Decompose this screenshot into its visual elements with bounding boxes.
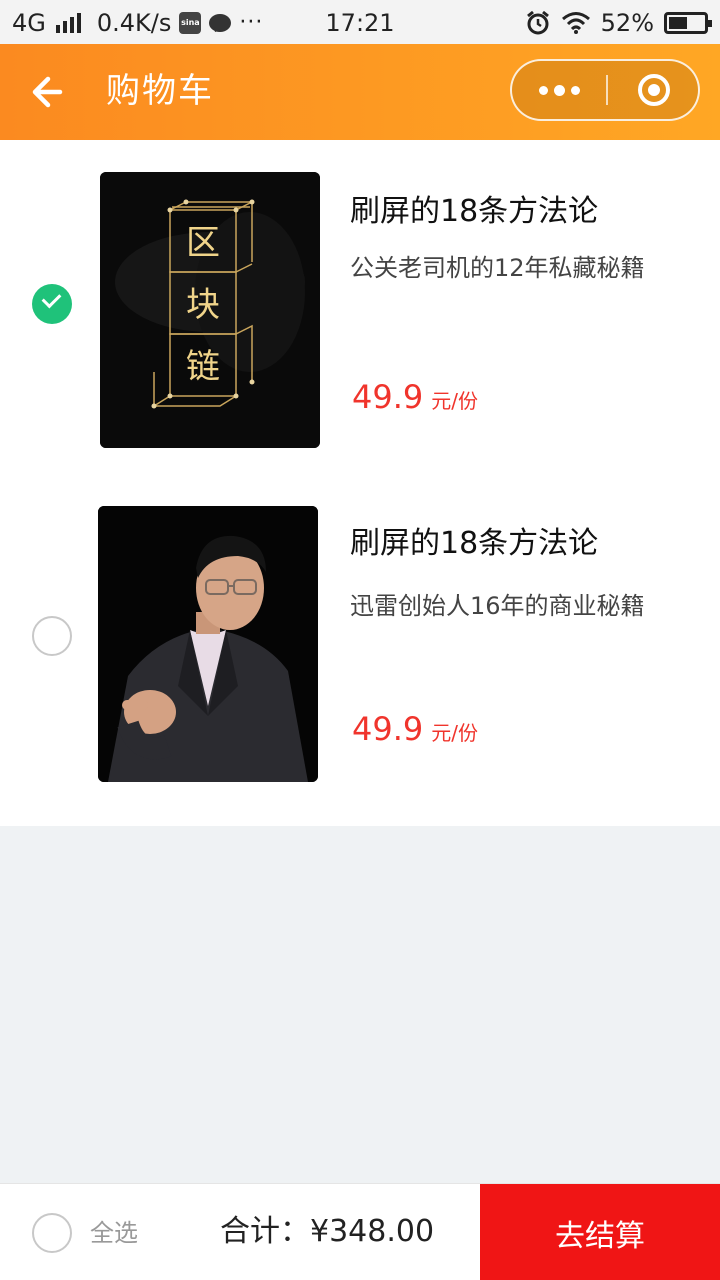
price-unit: 元/份 [431,389,478,413]
battery-fill [669,17,687,29]
wifi-icon [561,12,590,34]
navigation-header: 购物车 [0,44,720,140]
product-name[interactable]: 刷屏的18条方法论 [350,524,598,564]
item-checkbox-unchecked[interactable] [32,616,72,656]
checkout-bar: 全选 合计：¥348.00 去结算 [0,1183,720,1280]
product-price: 49.9 元/份 [352,710,478,748]
battery-icon [664,12,712,34]
cart-list: 区 块 链 刷屏的18条方法论 公关老司机的12年私藏秘籍 49.9 元/份 刷… [0,140,720,826]
capsule-divider [606,75,608,105]
blockchain-cover-art: 区 块 链 [100,172,320,448]
product-price: 49.9 元/份 [352,378,478,416]
product-name[interactable]: 刷屏的18条方法论 [350,192,598,232]
select-all-checkbox[interactable] [32,1213,72,1253]
total-amount: 合计：¥348.00 [220,1214,435,1249]
battery-percent: 52% [600,9,654,37]
cart-item: 刷屏的18条方法论 迅雷创始人16年的商业秘籍 49.9 元/份 [0,474,720,804]
product-description: 公关老司机的12年私藏秘籍 [350,254,645,282]
product-cover-image[interactable] [98,506,318,782]
cover-char-1: 区 [186,223,220,263]
close-miniprogram-icon[interactable] [638,74,670,106]
product-description: 迅雷创始人16年的商业秘籍 [350,592,645,620]
item-checkbox-checked[interactable] [32,284,72,324]
price-value: 49.9 [352,378,424,416]
author-portrait [98,506,318,782]
miniprogram-capsule [510,59,700,121]
price-unit: 元/份 [431,721,478,745]
cart-item: 区 块 链 刷屏的18条方法论 公关老司机的12年私藏秘籍 49.9 元/份 [0,140,720,470]
back-arrow-icon[interactable] [22,66,74,118]
price-value: 49.9 [352,710,424,748]
checkout-button[interactable]: 去结算 [480,1184,720,1280]
page-title: 购物车 [106,71,214,111]
alarm-icon [526,10,549,35]
product-cover-image[interactable]: 区 块 链 [100,172,320,448]
status-bar: 4G 0.4K/s sina ··· 17:21 52% [0,0,720,44]
select-all-label[interactable]: 全选 [90,1216,138,1250]
more-menu-icon[interactable] [512,61,606,119]
cover-char-2: 块 [186,285,220,325]
cover-char-3: 链 [186,347,220,387]
status-right: 52% [525,8,712,38]
